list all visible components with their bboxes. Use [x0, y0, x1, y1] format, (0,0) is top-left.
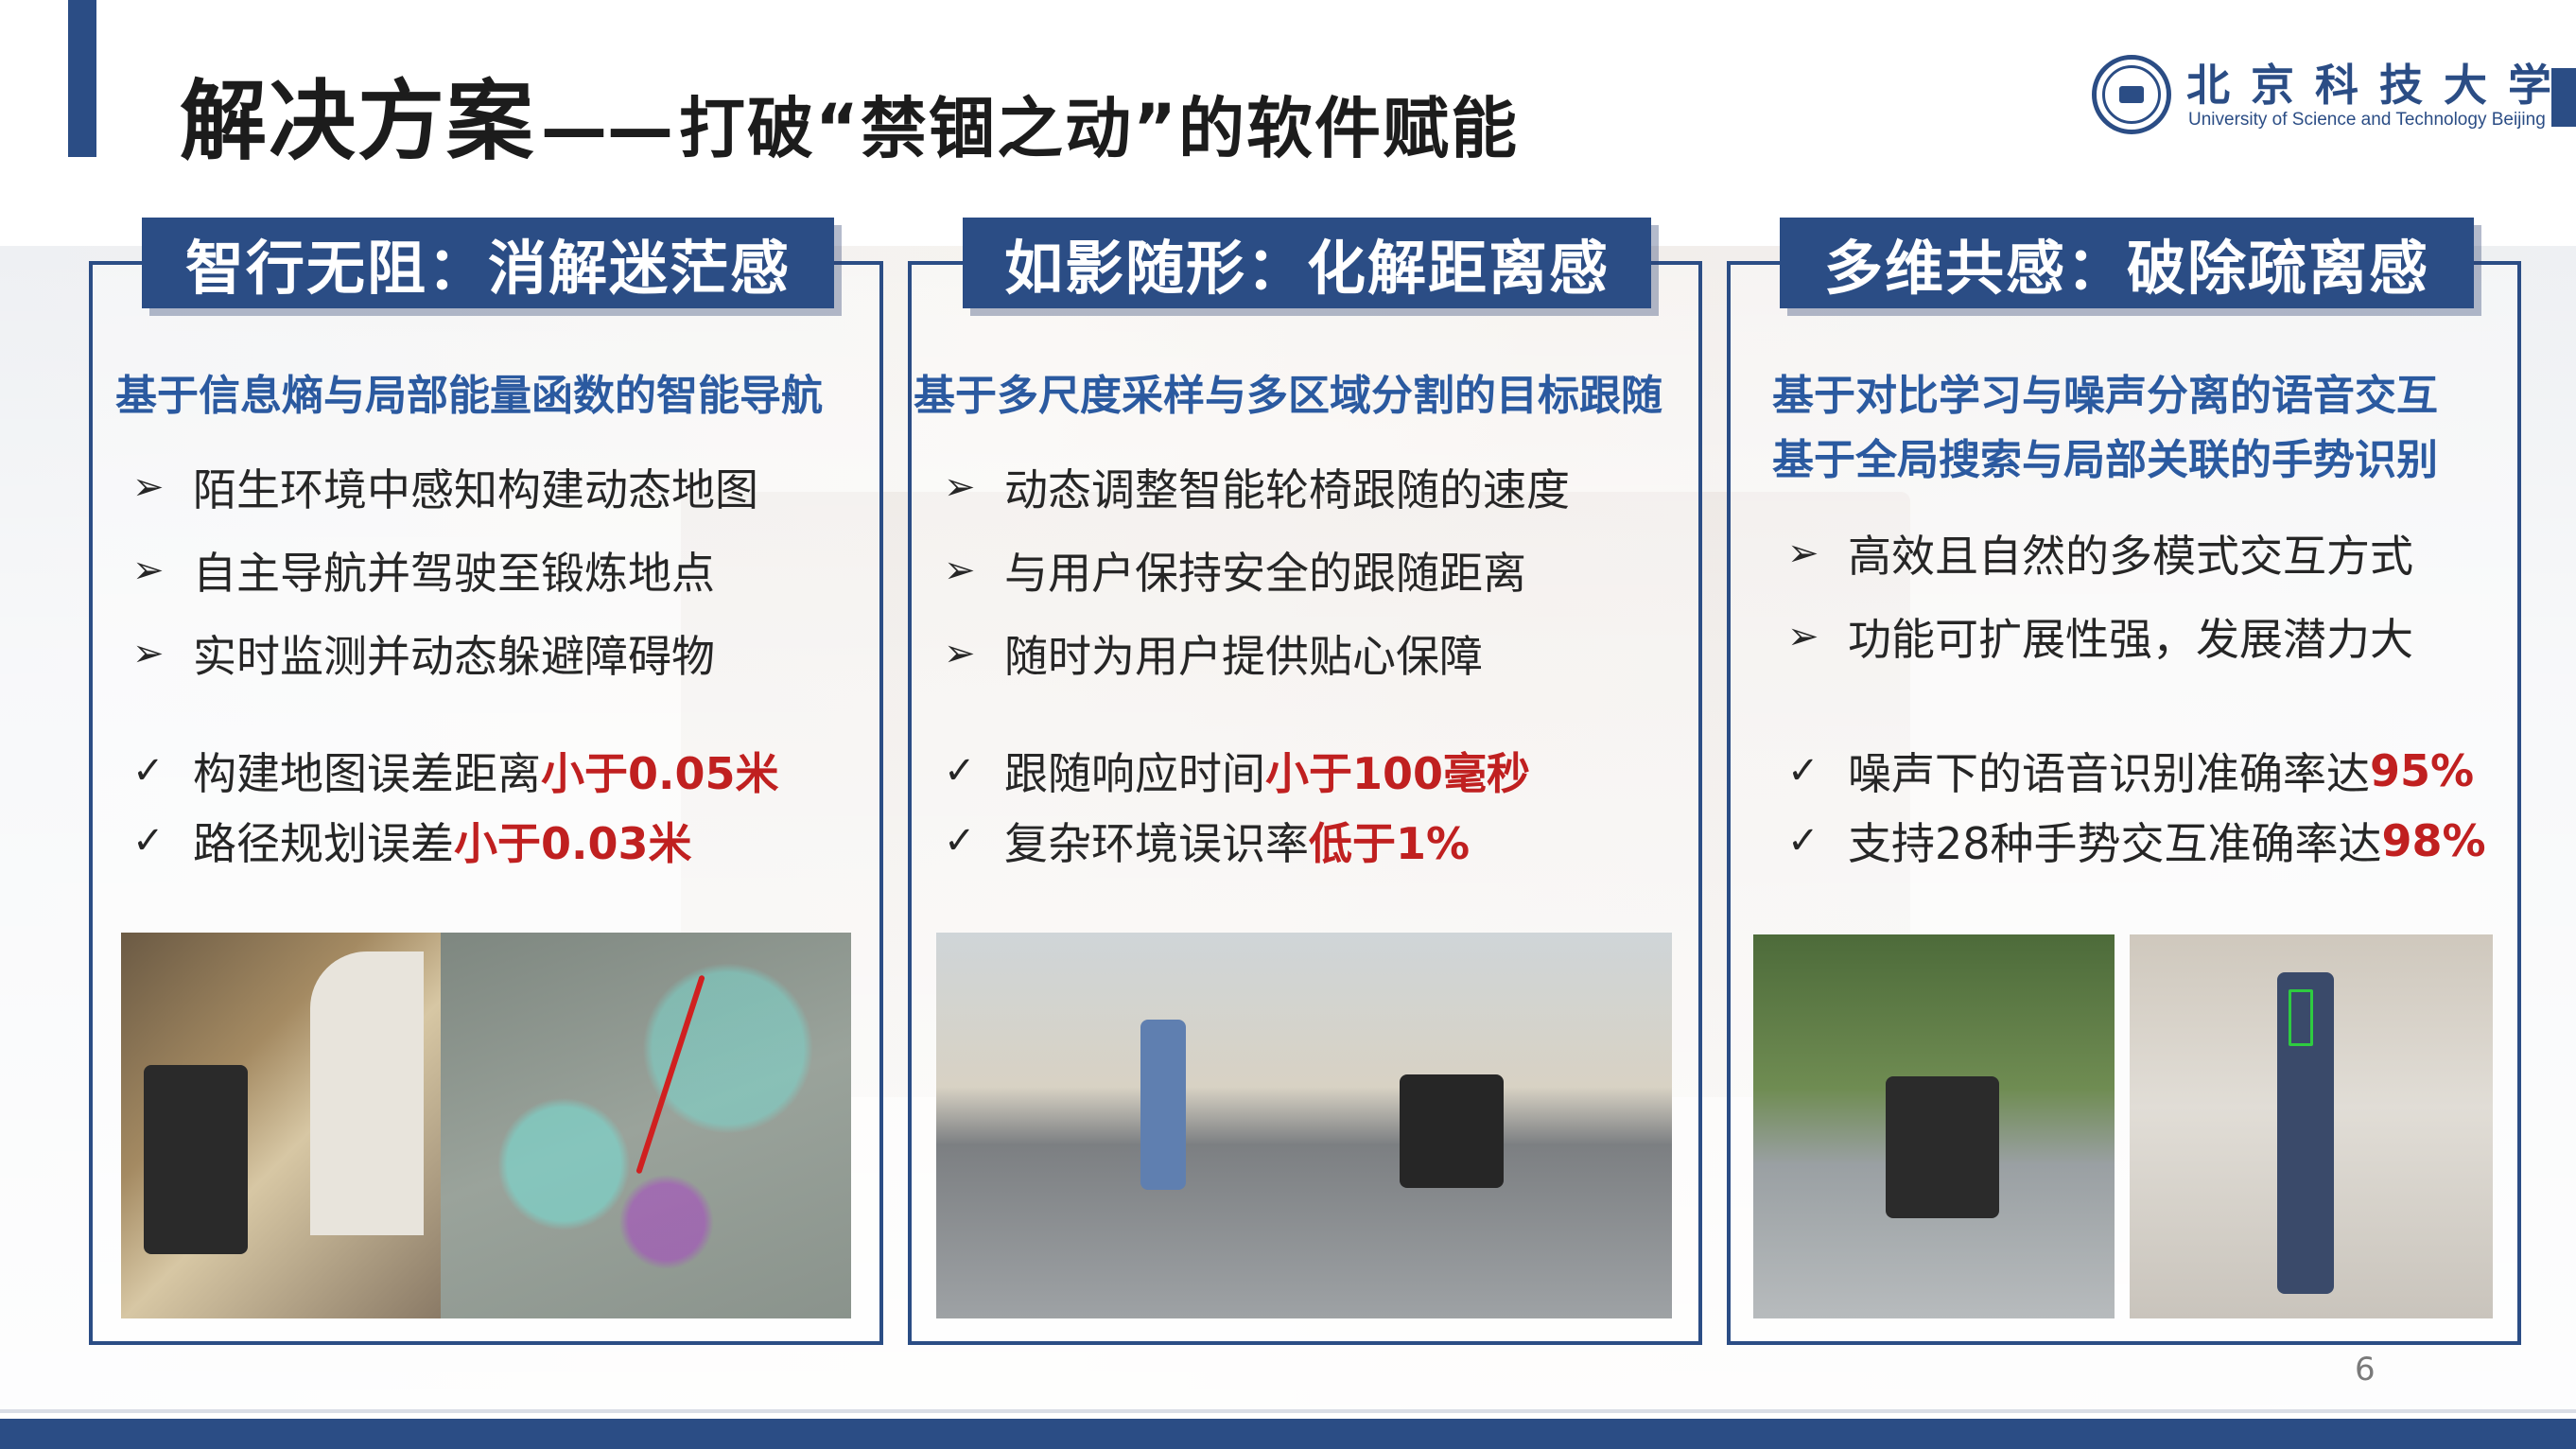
result-item: ✓ 噪声下的语音识别准确率达 95%	[1787, 745, 2475, 799]
check-icon: ✓	[1787, 749, 1819, 793]
footer-bar	[0, 1419, 2576, 1449]
university-seal-icon	[2092, 55, 2171, 134]
feature-item: ➢ 高效且自然的多模式交互方式	[1787, 531, 2413, 582]
title-main: 解决方案	[180, 71, 536, 172]
result-item: ✓ 跟随响应时间 小于100毫秒	[944, 748, 1531, 799]
arrow-bullet-icon: ➢	[132, 632, 165, 675]
panel-interaction-heading: 多维共感：破除疏离感	[1780, 218, 2474, 308]
check-icon: ✓	[944, 819, 976, 863]
page-title: 解决方案 —— 打破“禁锢之动”的软件赋能	[180, 51, 1519, 172]
arrow-bullet-icon: ➢	[1787, 532, 1819, 575]
title-accent-bar	[68, 0, 96, 157]
university-name-en: University of Science and Technology Bei…	[2188, 110, 2546, 130]
gesture-recognition-photo	[2130, 934, 2493, 1318]
feature-item: ➢ 随时为用户提供贴心保障	[944, 631, 1483, 682]
title-dash: ——	[541, 90, 674, 167]
result-item: ✓ 复杂环境误识率 低于1%	[944, 818, 1471, 869]
footer-divider	[0, 1409, 2576, 1413]
check-icon: ✓	[132, 819, 165, 863]
result-item: ✓ 路径规划误差 小于0.03米	[132, 818, 692, 869]
result-item: ✓ 构建地图误差距离 小于0.05米	[132, 748, 779, 799]
wheelchair-interior-photo	[121, 933, 441, 1318]
target-following-photo	[936, 933, 1672, 1318]
feature-item: ➢ 与用户保持安全的跟随距离	[944, 548, 1526, 599]
panel-interaction-subtitle-voice: 基于对比学习与噪声分离的语音交互	[1772, 372, 2438, 420]
feature-item: ➢ 自主导航并驾驶至锻炼地点	[132, 548, 715, 599]
right-accent-tab	[2551, 68, 2576, 127]
navigation-map-photo	[441, 933, 851, 1318]
panel-following-heading: 如影随形：化解距离感	[963, 218, 1651, 308]
arrow-bullet-icon: ➢	[944, 549, 976, 592]
feature-item: ➢ 动态调整智能轮椅跟随的速度	[944, 464, 1570, 515]
feature-item: ➢ 功能可扩展性强，发展潜力大	[1787, 614, 2413, 665]
feature-item: ➢ 实时监测并动态躲避障碍物	[132, 631, 715, 682]
voice-interaction-photo	[1753, 934, 2115, 1318]
panel-following-subtitle: 基于多尺度采样与多区域分割的目标跟随	[914, 372, 1662, 420]
check-icon: ✓	[944, 749, 976, 793]
panel-navigation-heading: 智行无阻：消解迷茫感	[142, 218, 834, 308]
title-sub: 打破“禁锢之动”的软件赋能	[679, 90, 1520, 167]
university-logo: 北京科技大学 University of Science and Technol…	[2092, 55, 2551, 140]
university-name-cn: 北京科技大学	[2186, 60, 2572, 111]
arrow-bullet-icon: ➢	[944, 632, 976, 675]
arrow-bullet-icon: ➢	[132, 465, 165, 509]
panel-interaction-subtitle-gesture: 基于全局搜索与局部关联的手势识别	[1772, 436, 2438, 484]
arrow-bullet-icon: ➢	[944, 465, 976, 509]
arrow-bullet-icon: ➢	[132, 549, 165, 592]
check-icon: ✓	[132, 749, 165, 793]
result-item: ✓ 支持28种手势交互准确率达 98%	[1787, 815, 2486, 869]
feature-item: ➢ 陌生环境中感知构建动态地图	[132, 464, 758, 515]
arrow-bullet-icon: ➢	[1787, 615, 1819, 658]
panel-navigation-subtitle: 基于信息熵与局部能量函数的智能导航	[115, 372, 823, 420]
page-number: 6	[2355, 1351, 2376, 1388]
check-icon: ✓	[1787, 819, 1819, 863]
